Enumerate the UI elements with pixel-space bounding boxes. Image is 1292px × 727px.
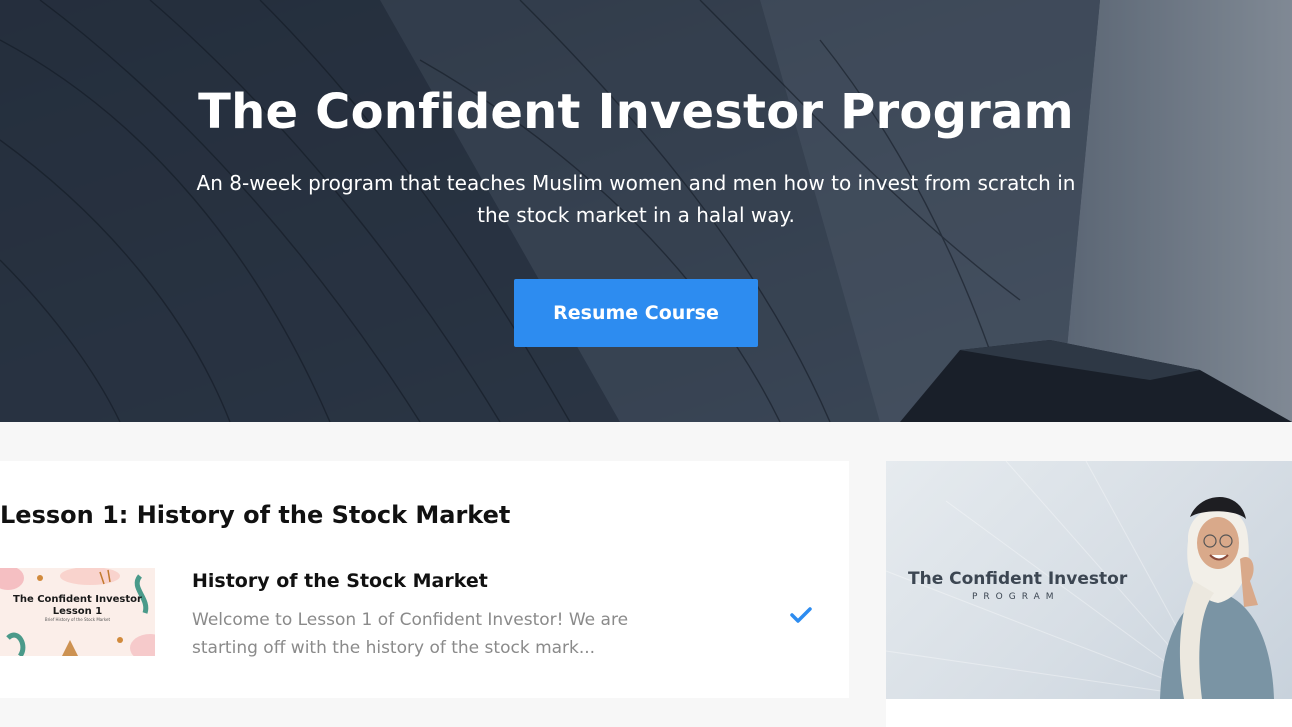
lesson-item[interactable]: The Confident Investor Lesson 1 Brief Hi… bbox=[0, 566, 849, 658]
thumbnail-lesson-text: Lesson 1 bbox=[52, 606, 103, 617]
promo-footer bbox=[886, 699, 1292, 727]
lesson-description: Welcome to Lesson 1 of Confident Investo… bbox=[192, 610, 629, 658]
course-title: The Confident Investor Program bbox=[198, 84, 1074, 140]
promo-title: The Confident Investor bbox=[908, 569, 1128, 589]
lesson-title[interactable]: History of the Stock Market bbox=[192, 570, 488, 592]
instructor-photo bbox=[1160, 497, 1274, 699]
hero-banner: The Confident Investor Program An 8-week… bbox=[0, 0, 1292, 422]
thumbnail-subtitle: Brief History of the Stock Market bbox=[44, 617, 111, 622]
check-icon bbox=[790, 607, 812, 623]
lesson-thumbnail: The Confident Investor Lesson 1 Brief Hi… bbox=[0, 568, 155, 656]
course-subtitle: An 8-week program that teaches Muslim wo… bbox=[196, 171, 1076, 227]
lesson-heading: Lesson 1: History of the Stock Market bbox=[0, 501, 511, 529]
thumbnail-title-text: The Confident Investor bbox=[13, 594, 142, 605]
resume-course-button[interactable]: Resume Course bbox=[514, 279, 758, 347]
lesson-card: Lesson 1: History of the Stock Market Th… bbox=[0, 461, 849, 698]
course-promo-image: The Confident Investor PROGRAM bbox=[886, 461, 1292, 699]
thumbnail-title: The Confident Investor Lesson 1 bbox=[0, 594, 155, 618]
promo-subtitle: PROGRAM bbox=[972, 592, 1060, 602]
